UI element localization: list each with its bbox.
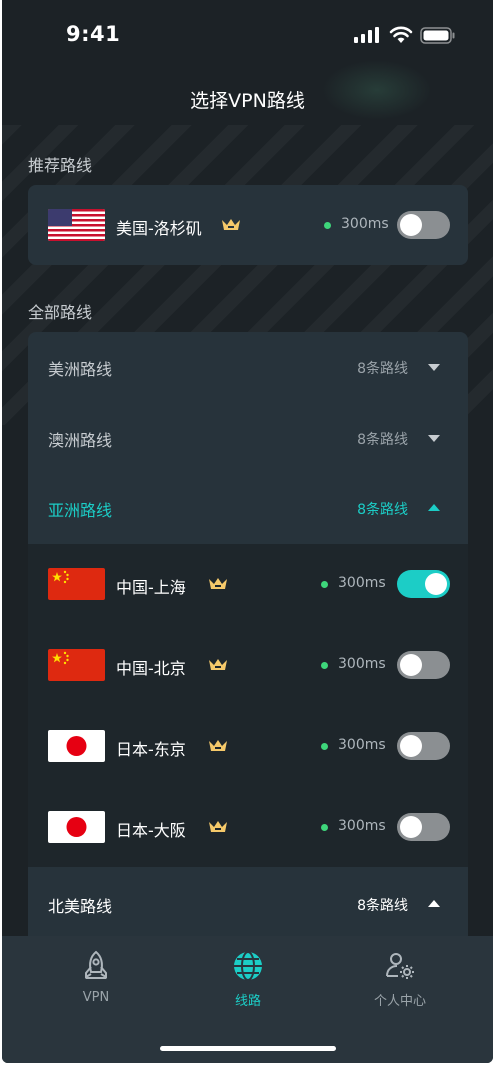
- online-status-dot: [324, 222, 331, 229]
- route-name: 日本-东京: [116, 740, 186, 759]
- route-row-jp-osaka[interactable]: 日本-大阪 300ms: [28, 787, 468, 867]
- region-asia[interactable]: 亚洲路线 8条路线: [28, 473, 468, 543]
- route-toggle[interactable]: [397, 651, 450, 679]
- tab-label: 线路: [234, 994, 261, 1009]
- chevron-up-icon: [428, 504, 440, 511]
- route-name: 美国-洛杉矶: [116, 219, 202, 238]
- route-latency: 300ms: [338, 818, 386, 834]
- user-settings-icon: [386, 953, 414, 979]
- china-flag-icon: [48, 568, 105, 600]
- region-name: 北美路线: [48, 897, 113, 916]
- cellular-signal-icon: [354, 27, 379, 43]
- route-row-cn-beijing[interactable]: 中国-北京 300ms: [28, 625, 468, 706]
- online-status-dot: [321, 662, 328, 669]
- route-name: 中国-北京: [116, 659, 186, 678]
- tab-label: 个人中心: [373, 994, 426, 1009]
- japan-flag-icon: [48, 730, 105, 762]
- battery-icon: [420, 27, 455, 44]
- chevron-up-icon: [428, 900, 440, 907]
- status-time: 9:41: [66, 22, 121, 46]
- region-name: 澳洲路线: [48, 431, 113, 450]
- rocket-icon: [85, 950, 107, 979]
- globe-icon: [234, 951, 262, 981]
- region-count: 8条路线: [357, 361, 408, 377]
- all-routes-section-label: 全部路线: [28, 303, 93, 322]
- tab-vpn[interactable]: VPN: [36, 950, 156, 1005]
- status-bar: 9:41: [2, 0, 493, 70]
- crown-icon: [222, 219, 240, 230]
- china-flag-icon: [48, 649, 105, 681]
- route-latency: 300ms: [338, 737, 386, 753]
- route-toggle[interactable]: [397, 813, 450, 841]
- route-row-cn-shanghai[interactable]: 中国-上海 300ms: [28, 544, 468, 625]
- asia-route-list: 中国-上海 300ms 中国-北京 300ms 日本-东京 300ms 日本-大…: [28, 544, 468, 867]
- region-name: 亚洲路线: [48, 501, 113, 520]
- online-status-dot: [321, 581, 328, 588]
- crown-icon: [209, 578, 227, 589]
- chevron-down-icon: [428, 364, 440, 371]
- route-toggle[interactable]: [397, 570, 450, 598]
- route-latency: 300ms: [338, 656, 386, 672]
- toggle-knob: [400, 735, 422, 757]
- region-count: 8条路线: [357, 432, 408, 448]
- route-name: 中国-上海: [116, 578, 186, 597]
- usa-flag-icon: [48, 209, 105, 241]
- toggle-knob: [400, 816, 422, 838]
- home-indicator[interactable]: [160, 1046, 336, 1051]
- wifi-icon: [389, 26, 413, 43]
- region-americas[interactable]: 美洲路线 8条路线: [28, 332, 468, 402]
- all-routes-card: 美洲路线 8条路线 澳洲路线 8条路线 亚洲路线 8条路线 中国-上海 300m…: [28, 332, 468, 942]
- page-title: 选择VPN路线: [190, 90, 305, 112]
- region-count: 8条路线: [357, 898, 408, 914]
- chevron-down-icon: [428, 435, 440, 442]
- region-count: 8条路线: [357, 502, 408, 518]
- region-name: 美洲路线: [48, 360, 113, 379]
- tab-routes[interactable]: 线路: [188, 950, 308, 1009]
- recommended-route-card[interactable]: 美国-洛杉矶 300ms: [28, 185, 468, 265]
- online-status-dot: [321, 824, 328, 831]
- crown-icon: [209, 659, 227, 670]
- route-name: 日本-大阪: [116, 821, 186, 840]
- crown-icon: [209, 740, 227, 751]
- recommended-section-label: 推荐路线: [28, 156, 93, 175]
- route-row-us-la[interactable]: 美国-洛杉矶 300ms: [28, 185, 468, 265]
- toggle-knob: [400, 214, 422, 236]
- route-toggle[interactable]: [397, 211, 450, 239]
- bottom-tab-bar: VPN 线路 个人中心: [2, 936, 493, 1063]
- tab-label: VPN: [82, 990, 110, 1005]
- app-screen: 9:41 选择VPN路线 推荐路线 美国-洛杉矶 300ms 全部路线 美洲路线…: [2, 0, 493, 1063]
- route-latency: 300ms: [338, 575, 386, 591]
- route-row-jp-tokyo[interactable]: 日本-东京 300ms: [28, 706, 468, 787]
- region-oceania[interactable]: 澳洲路线 8条路线: [28, 403, 468, 473]
- toggle-knob: [400, 654, 422, 676]
- toggle-knob: [425, 573, 447, 595]
- region-north-america[interactable]: 北美路线 8条路线: [28, 867, 468, 937]
- route-toggle[interactable]: [397, 732, 450, 760]
- crown-icon: [209, 821, 227, 832]
- japan-flag-icon: [48, 811, 105, 843]
- tab-profile[interactable]: 个人中心: [340, 950, 460, 1009]
- online-status-dot: [321, 743, 328, 750]
- route-latency: 300ms: [341, 216, 389, 232]
